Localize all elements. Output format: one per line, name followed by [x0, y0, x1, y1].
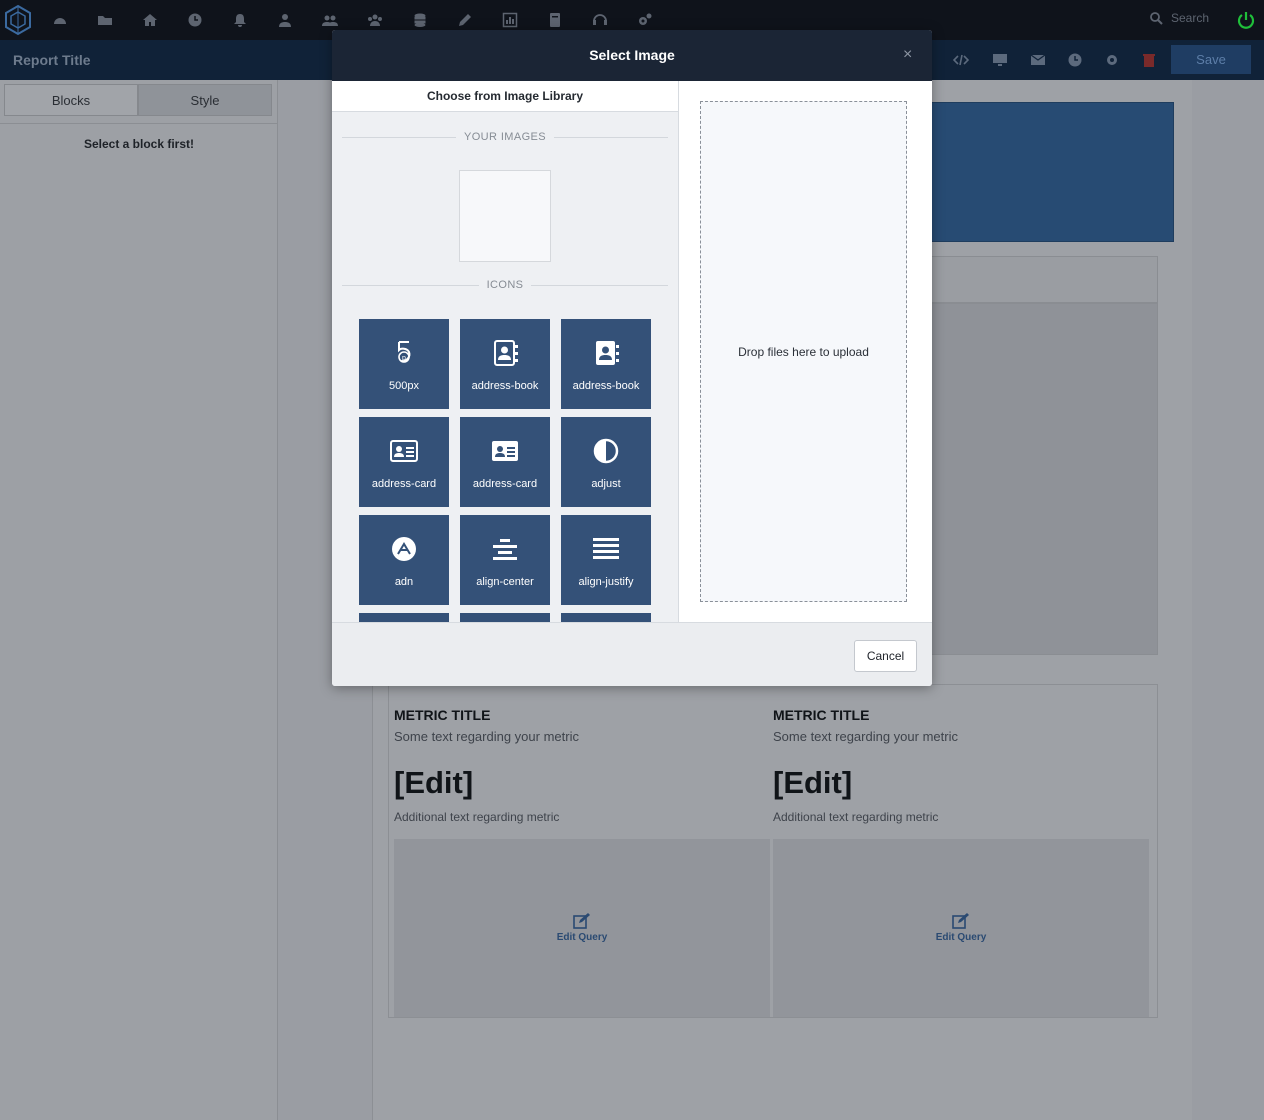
desktop-icon[interactable]	[992, 52, 1008, 68]
power-icon[interactable]	[1236, 10, 1256, 30]
address-card-icon	[492, 441, 518, 461]
icon-tile[interactable]: align-justify	[561, 515, 651, 605]
icon-tile[interactable]: align-center	[460, 515, 550, 605]
report-chart-block[interactable]	[928, 303, 1158, 655]
close-icon[interactable]: ×	[903, 47, 912, 63]
adjust-icon	[593, 438, 619, 464]
modal-header: Select Image ×	[332, 30, 932, 81]
report-header-block[interactable]	[928, 102, 1174, 242]
clock-icon[interactable]	[187, 12, 203, 28]
report-strip-block[interactable]	[928, 256, 1158, 303]
icon-tile[interactable]: p 500px	[359, 319, 449, 409]
icon-label: address-book	[471, 380, 539, 392]
chart-icon[interactable]	[502, 12, 518, 28]
icon-tile[interactable]: address-book	[460, 319, 550, 409]
cancel-button[interactable]: Cancel	[854, 640, 917, 672]
database-icon[interactable]	[412, 12, 428, 28]
edit-query-box[interactable]: Edit Query	[773, 839, 1149, 1017]
logo-icon[interactable]	[4, 4, 32, 36]
trash-icon[interactable]	[1141, 52, 1157, 68]
gear-icon[interactable]	[1104, 52, 1120, 68]
align-justify-icon	[593, 538, 619, 559]
modal-title: Select Image	[589, 47, 675, 63]
modal-footer: Cancel	[332, 622, 932, 686]
drop-zone[interactable]: Drop files here to upload	[700, 101, 907, 602]
tab-style[interactable]: Style	[138, 84, 272, 116]
empty-message: Select a block first!	[83, 137, 195, 151]
book-icon[interactable]	[547, 12, 563, 28]
image-thumbnail[interactable]	[459, 170, 551, 262]
metric-additional: Additional text regarding metric	[394, 810, 560, 824]
address-book-icon	[596, 341, 619, 365]
icon-label: adjust	[591, 478, 621, 490]
save-button[interactable]: Save	[1171, 45, 1251, 74]
icon-label: adn	[394, 576, 414, 588]
your-images-heading: YOUR IMAGES	[342, 130, 668, 144]
icon-tile[interactable]: address-card	[460, 417, 550, 507]
address-book-icon	[494, 340, 518, 366]
icon-tile[interactable]	[359, 613, 449, 622]
pencil-icon[interactable]	[457, 12, 473, 28]
icon-label: align-justify	[578, 576, 634, 588]
folder-icon[interactable]	[97, 12, 113, 28]
divider	[0, 123, 278, 124]
edit-query-link[interactable]: Edit Query	[936, 932, 987, 943]
edit-query-box[interactable]: Edit Query	[394, 839, 770, 1017]
metric-value[interactable]: [Edit]	[773, 765, 852, 801]
section-label: YOUR IMAGES	[463, 131, 547, 143]
metric-subtitle: Some text regarding your metric	[394, 729, 579, 744]
report-title[interactable]: Report Title	[13, 52, 91, 68]
upload-panel: Drop files here to upload	[678, 81, 932, 622]
address-card-icon	[390, 440, 418, 462]
metric-title: METRIC TITLE	[773, 707, 870, 723]
metric-title: METRIC TITLE	[394, 707, 491, 723]
image-library-panel: Choose from Image Library YOUR IMAGES IC…	[332, 81, 678, 622]
home-icon[interactable]	[142, 12, 158, 28]
edit-icon	[573, 913, 590, 929]
metric-value[interactable]: [Edit]	[394, 765, 473, 801]
metric-additional: Additional text regarding metric	[773, 810, 939, 824]
500px-icon: p	[398, 341, 411, 363]
bell-icon[interactable]	[232, 12, 248, 28]
dashboard-icon[interactable]	[52, 12, 68, 28]
metric-subtitle: Some text regarding your metric	[773, 729, 958, 744]
metrics-block: METRIC TITLE Some text regarding your me…	[388, 684, 1158, 1018]
code-icon[interactable]	[953, 52, 969, 68]
align-center-icon	[493, 539, 517, 560]
group-icon[interactable]	[367, 12, 383, 28]
edit-query-link[interactable]: Edit Query	[557, 932, 608, 943]
search-box[interactable]: Search	[1150, 11, 1209, 25]
edit-icon	[952, 913, 969, 929]
search-icon	[1150, 11, 1163, 25]
drop-text: Drop files here to upload	[738, 344, 869, 359]
search-placeholder: Search	[1171, 11, 1210, 25]
cogs-icon[interactable]	[637, 12, 653, 28]
tab-blocks[interactable]: Blocks	[4, 84, 138, 116]
icon-label: 500px	[389, 380, 419, 392]
icon-label: address-card	[371, 478, 437, 490]
icons-heading: ICONS	[342, 278, 668, 292]
icon-tile[interactable]	[561, 613, 651, 622]
envelope-icon[interactable]	[1030, 52, 1046, 68]
clock-icon[interactable]	[1067, 52, 1083, 68]
panel-tabs: Blocks Style	[4, 84, 272, 116]
icon-tile[interactable]: adn	[359, 515, 449, 605]
icon-tile[interactable]: address-book	[561, 319, 651, 409]
svg-text:p: p	[402, 355, 406, 362]
users-icon[interactable]	[322, 12, 338, 28]
headset-icon[interactable]	[592, 12, 608, 28]
icon-tile[interactable]: adjust	[561, 417, 651, 507]
icon-tile[interactable]: address-card	[359, 417, 449, 507]
icon-label: address-book	[572, 380, 640, 392]
adn-icon	[392, 537, 416, 561]
tab-image-library[interactable]: Choose from Image Library	[332, 81, 678, 112]
left-panel: Blocks Style Select a block first!	[0, 80, 278, 1120]
icon-label: align-center	[476, 576, 534, 588]
icon-tile[interactable]	[460, 613, 550, 622]
icon-label: address-card	[472, 478, 538, 490]
user-icon[interactable]	[277, 12, 293, 28]
section-label: ICONS	[486, 279, 524, 291]
select-image-modal: Select Image × Choose from Image Library…	[332, 30, 932, 686]
